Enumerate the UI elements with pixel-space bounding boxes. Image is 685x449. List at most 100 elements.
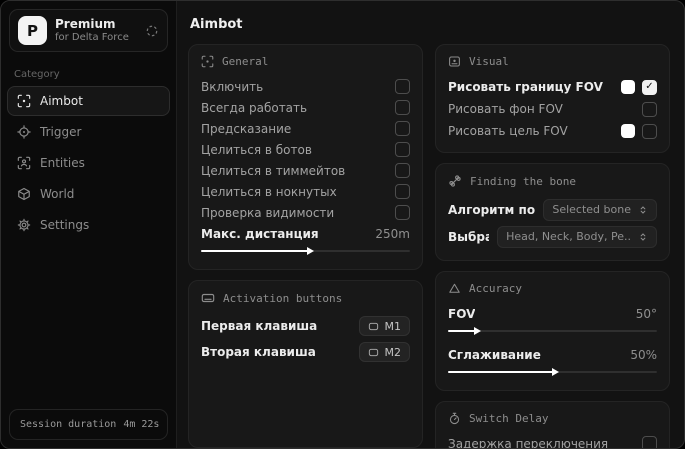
license-card: P Premium for Delta Force [9,9,168,52]
keybind-button-m1[interactable]: M1 [358,316,410,336]
checkbox[interactable] [395,163,410,178]
keybind-button-m2[interactable]: M2 [358,342,410,362]
color-swatch[interactable] [621,80,635,94]
section-title: Switch Delay [469,412,549,425]
selected-bones-select[interactable]: Head, Neck, Body, Pe.. [497,225,657,248]
stopwatch-icon [448,412,461,425]
toggle-label: Целиться в ботов [201,142,312,157]
keybind-row-second: Вторая клавиша M2 [201,339,410,365]
slider-value: 250m [375,226,410,241]
cube-icon [17,187,31,201]
toggle-row-visibility-check: Проверка видимости [201,202,410,223]
toggle-row-always-work: Всегда работать [201,97,410,118]
slider-value: 50% [630,347,657,362]
checkbox[interactable] [395,79,410,94]
smoothing-slider[interactable] [448,367,657,377]
sync-icon[interactable] [145,24,159,38]
app-window: P Premium for Delta Force Category Aimbo… [0,0,685,449]
visual-row-fov-border: Рисовать границу FOV [448,76,657,98]
keybind-key: M1 [384,319,402,333]
sidebar-item-aimbot[interactable]: Aimbot [7,86,170,116]
checkbox[interactable] [395,100,410,115]
toggle-row-enable: Включить [201,76,410,97]
sidebar-item-label: World [40,187,75,201]
checkbox[interactable] [395,205,410,220]
color-swatch[interactable] [621,124,635,138]
toggle-label: Целиться в нокнутых [201,184,337,199]
checkbox[interactable] [642,79,657,95]
session-duration-label: Session duration [20,419,117,430]
section-title: Activation buttons [223,291,343,305]
person-scan-icon [17,156,31,170]
toggle-row-prediction: Предсказание [201,118,410,139]
section-title: Visual [469,55,509,68]
toggle-label: Всегда работать [201,100,308,115]
finding-bone-card: Finding the bone Алгоритм поиска кост Se… [435,163,670,261]
mouse-icon [368,347,379,358]
general-card: General Включить Всегда работать Предска… [188,44,423,270]
accuracy-card: Accuracy FOV 50° Сглаживание 50% [435,271,670,391]
bone-algorithm-select[interactable]: Selected bone [543,198,657,221]
toggle-row-target-bots: Целиться в ботов [201,139,410,160]
slider-label: Макс. дистанция [201,226,319,241]
sidebar-item-entities[interactable]: Entities [7,148,170,178]
slider-label: FOV [448,306,476,321]
toggle-label: Целиться в тиммейтов [201,163,346,178]
sidebar-item-trigger[interactable]: Trigger [7,117,170,147]
session-duration-value: 4m 22s [123,419,160,430]
switch-delay-card: Switch Delay Задержка переключения Задер… [435,401,670,449]
sidebar-item-label: Settings [40,218,90,232]
bone-icon [448,174,462,188]
max-distance-row: Макс. дистанция 250m [201,223,410,244]
switch-delay-toggle-row: Задержка переключения [448,433,657,449]
slider-thumb[interactable] [306,247,314,255]
eye-scan-icon [448,55,461,68]
visual-label: Рисовать фон FOV [448,102,563,116]
section-title: Accuracy [469,282,522,295]
sidebar-item-world[interactable]: World [7,179,170,209]
trigger-crosshair-icon [17,125,31,139]
checkbox[interactable] [642,123,657,139]
slider-thumb[interactable] [551,368,559,376]
keybind-label: Первая клавиша [201,319,318,333]
sidebar-item-settings[interactable]: Settings [7,210,170,240]
visual-row-fov-background: Рисовать фон FOV [448,98,657,120]
checkbox[interactable] [395,142,410,157]
sidebar: P Premium for Delta Force Category Aimbo… [1,1,177,448]
keyboard-icon [201,291,215,305]
sidebar-item-label: Entities [40,156,85,170]
dropdown-value: Selected bone [552,203,631,216]
dropdown-value: Head, Neck, Body, Pe.. [506,230,631,243]
max-distance-slider[interactable] [201,246,410,256]
checkbox[interactable] [642,436,657,448]
toggle-label: Предсказание [201,121,292,136]
scan-icon [201,55,214,68]
activation-buttons-card: Activation buttons Первая клавиша M1 Вто… [188,280,423,448]
toggle-label: Включить [201,79,264,94]
toggle-row-target-teammates: Целиться в тиммейтов [201,160,410,181]
dropdown-label: Алгоритм поиска кост [448,202,536,217]
checkbox[interactable] [395,121,410,136]
toggle-label: Задержка переключения [448,436,609,449]
dropdown-label: Выбранные кос [448,229,489,244]
slider-label: Сглаживание [448,347,541,362]
chevron-up-down-icon [638,205,648,215]
fov-row: FOV 50° [448,303,657,324]
section-title: General [222,55,269,68]
checkbox[interactable] [642,101,657,117]
category-label: Category [14,69,60,80]
toggle-label: Проверка видимости [201,205,335,220]
page-title: Aimbot [190,17,243,32]
section-title: Finding the bone [470,174,576,188]
bone-algorithm-row: Алгоритм поиска кост Selected bone [448,196,657,223]
checkbox[interactable] [395,184,410,199]
sidebar-item-label: Trigger [40,125,82,139]
visual-row-fov-target: Рисовать цель FOV [448,120,657,142]
session-duration: Session duration 4m 22s [9,409,168,440]
visual-label: Рисовать границу FOV [448,80,603,94]
bone-selected-row: Выбранные кос Head, Neck, Body, Pe.. [448,223,657,250]
slider-thumb[interactable] [474,327,482,335]
license-title: Premium [55,17,116,32]
main-content: Aimbot General Включить Всегда работать … [177,1,684,448]
fov-slider[interactable] [448,326,657,336]
